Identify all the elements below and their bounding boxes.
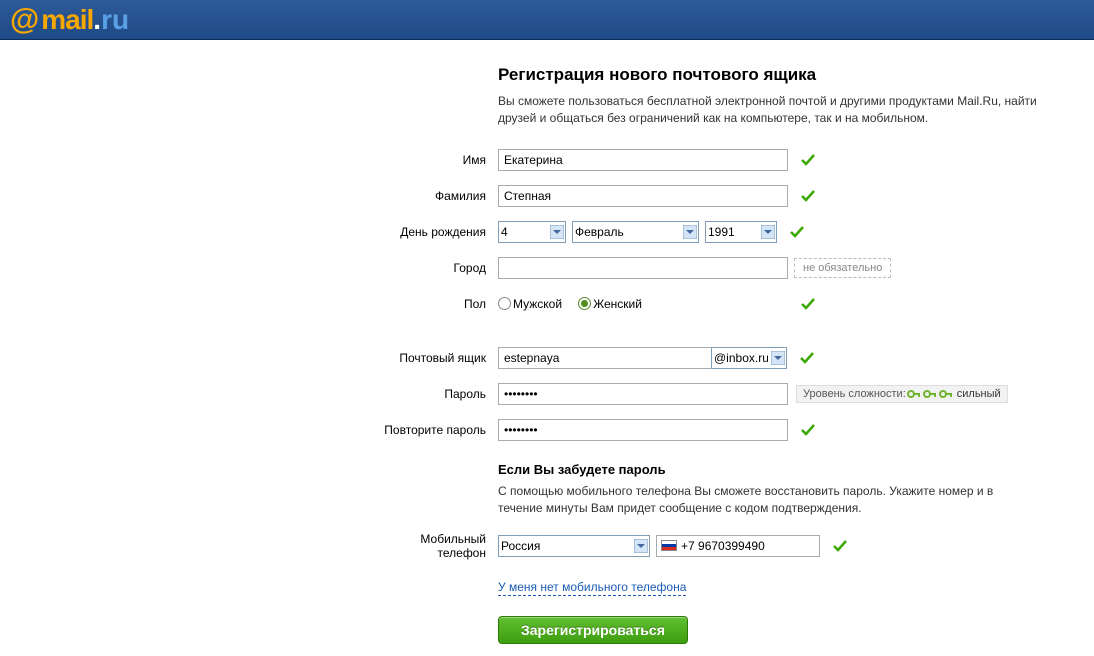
- no-phone-link[interactable]: У меня нет мобильного телефона: [498, 580, 686, 597]
- label-first-name: Имя: [383, 153, 498, 167]
- logo-text-ru: ru: [101, 4, 129, 36]
- password-repeat-input[interactable]: [498, 419, 788, 441]
- birth-month-select[interactable]: Февраль: [572, 221, 699, 243]
- key-icon: [907, 388, 921, 400]
- logo-at-symbol: @: [10, 3, 39, 37]
- check-icon: [800, 152, 816, 168]
- phone-input-wrap[interactable]: [656, 535, 820, 557]
- page-title: Регистрация нового почтового ящика: [498, 65, 1038, 85]
- password-strength-prefix: Уровень сложности:: [803, 388, 906, 400]
- gender-male-radio[interactable]: [498, 297, 511, 310]
- first-name-input[interactable]: [498, 149, 788, 171]
- gender-male-label: Мужской: [513, 297, 562, 311]
- check-icon: [800, 188, 816, 204]
- check-icon: [800, 422, 816, 438]
- gender-female-option[interactable]: Женский: [578, 297, 642, 311]
- phone-input[interactable]: [681, 537, 815, 555]
- label-city: Город: [383, 261, 498, 275]
- russia-flag-icon: [661, 540, 677, 551]
- password-strength-label: сильный: [957, 388, 1001, 400]
- check-icon: [800, 296, 816, 312]
- password-input[interactable]: [498, 383, 788, 405]
- site-header: @ mail . ru: [0, 0, 1094, 40]
- label-birthday: День рождения: [383, 225, 498, 239]
- label-last-name: Фамилия: [383, 189, 498, 203]
- submit-button[interactable]: Зарегистрироваться: [498, 616, 688, 644]
- logo-text-mail: mail: [41, 4, 93, 36]
- check-icon: [789, 224, 805, 240]
- check-icon: [832, 538, 848, 554]
- key-icon: [923, 388, 937, 400]
- mailbox-domain-select[interactable]: @inbox.ru: [711, 347, 787, 369]
- phone-country-select[interactable]: Россия: [498, 535, 650, 557]
- recovery-title: Если Вы забудете пароль: [498, 462, 1038, 477]
- birth-year-select[interactable]: 1991: [705, 221, 777, 243]
- gender-female-label: Женский: [593, 297, 642, 311]
- last-name-input[interactable]: [498, 185, 788, 207]
- label-gender: Пол: [383, 297, 498, 311]
- city-input[interactable]: [498, 257, 788, 279]
- gender-female-radio[interactable]: [578, 297, 591, 310]
- label-mailbox: Почтовый ящик: [383, 351, 498, 365]
- label-password: Пароль: [383, 387, 498, 401]
- optional-hint: не обязательно: [794, 258, 891, 278]
- recovery-text: С помощью мобильного телефона Вы сможете…: [498, 483, 1038, 518]
- gender-male-option[interactable]: Мужской: [498, 297, 562, 311]
- password-strength-indicator: Уровень сложности: сильный: [796, 385, 1008, 403]
- mailru-logo[interactable]: @ mail . ru: [10, 3, 129, 37]
- label-mobile-phone: Мобильный телефон: [383, 532, 498, 560]
- birth-day-select[interactable]: 4: [498, 221, 566, 243]
- label-password-repeat: Повторите пароль: [383, 423, 498, 437]
- logo-text-dot: .: [93, 4, 101, 36]
- mailbox-input[interactable]: [498, 347, 711, 369]
- key-icon: [939, 388, 953, 400]
- page-intro: Вы сможете пользоваться бесплатной элект…: [498, 93, 1038, 128]
- check-icon: [799, 350, 815, 366]
